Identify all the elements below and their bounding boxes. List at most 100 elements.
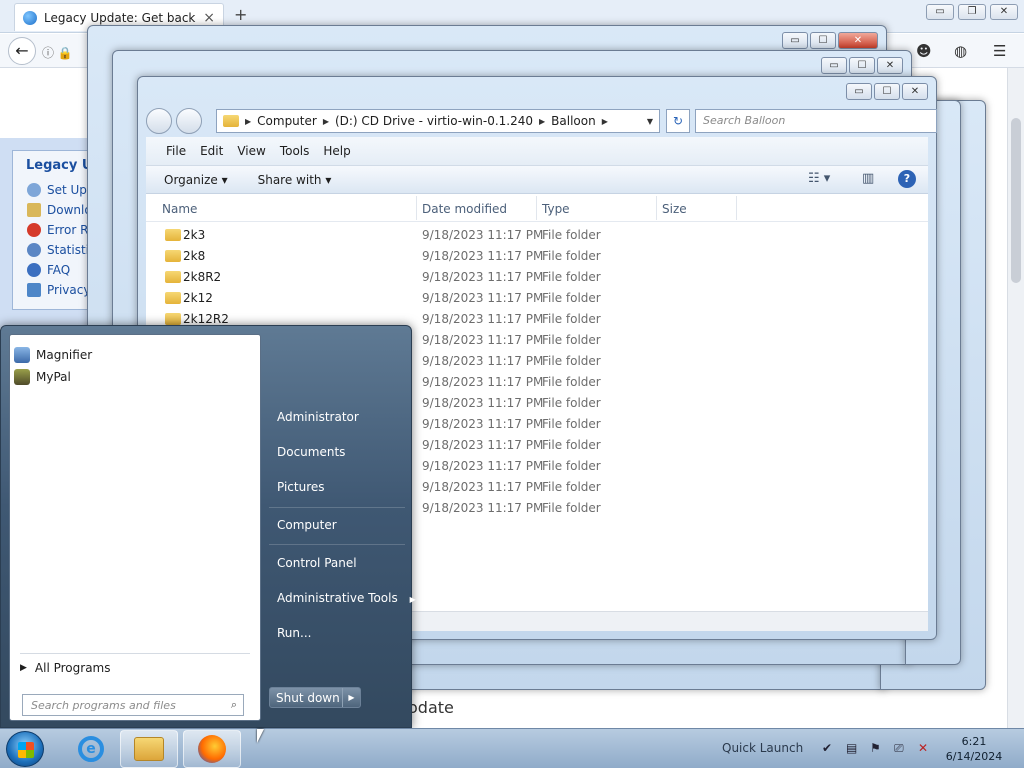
quick-launch-toolbar[interactable]: Quick Launch xyxy=(722,741,803,755)
file-name: 2k3 xyxy=(183,228,206,242)
start-item-run[interactable]: Run... xyxy=(277,626,311,640)
refresh-button[interactable]: ↻ xyxy=(666,109,690,133)
file-date: 9/18/2023 11:17 PM xyxy=(422,459,544,473)
folder-icon xyxy=(165,271,181,283)
close-tab-icon[interactable]: × xyxy=(203,10,215,26)
program-magnifier[interactable]: Magnifier xyxy=(14,344,92,366)
minimize-button[interactable]: ▭ xyxy=(926,4,954,20)
back-nav-button[interactable] xyxy=(146,108,172,134)
menu-file[interactable]: File xyxy=(166,144,186,158)
file-type: File folder xyxy=(542,459,601,473)
start-item-control-panel[interactable]: Control Panel xyxy=(277,556,357,570)
organize-button[interactable]: Organize ▾ xyxy=(164,173,228,187)
minimize-button[interactable]: ▭ xyxy=(782,32,808,49)
help-icon[interactable]: ? xyxy=(898,170,916,188)
security-icon[interactable]: ✔ xyxy=(822,741,832,755)
clock-date: 6/14/2024 xyxy=(945,750,1003,763)
firefox-icon xyxy=(198,735,226,763)
new-tab-button[interactable]: + xyxy=(234,5,247,24)
smiley-icon[interactable]: ☻ xyxy=(916,42,932,60)
file-type: File folder xyxy=(542,438,601,452)
breadcrumb-cd-drive[interactable]: (D:) CD Drive - virtio-win-0.1.240 xyxy=(335,114,533,128)
network-icon[interactable]: ⎚ xyxy=(894,741,904,756)
magnifier-icon xyxy=(14,347,30,363)
address-bar[interactable]: ▶ Computer ▶ (D:) CD Drive - virtio-win-… xyxy=(216,109,660,133)
sidebar-item-faq[interactable]: FAQ xyxy=(13,260,91,280)
preview-pane-icon[interactable]: ▥ xyxy=(862,171,874,186)
close-button[interactable]: ✕ xyxy=(877,57,903,74)
minimize-button[interactable]: ▭ xyxy=(846,83,872,100)
file-type: File folder xyxy=(542,291,601,305)
search-programs-input[interactable]: Search programs and files ⌕ xyxy=(22,694,244,716)
sidebar-item-setup[interactable]: Set Up xyxy=(13,180,91,200)
file-type: File folder xyxy=(542,228,601,242)
start-item-administrator[interactable]: Administrator xyxy=(277,410,359,424)
internet-explorer-icon: e xyxy=(78,736,104,762)
start-button[interactable] xyxy=(6,731,44,767)
column-date-modified[interactable]: Date modified xyxy=(422,202,507,216)
clock[interactable]: 6:21 6/14/2024 xyxy=(944,734,1004,764)
volume-muted-icon[interactable]: ✕ xyxy=(918,741,928,755)
menu-edit[interactable]: Edit xyxy=(200,144,223,158)
breadcrumb-balloon[interactable]: Balloon xyxy=(551,114,596,128)
url-info-icon[interactable]: ⓘ 🔒 xyxy=(42,44,73,61)
start-item-administrative-tools[interactable]: Administrative Tools ▶ xyxy=(277,591,416,605)
menu-help[interactable]: Help xyxy=(323,144,350,158)
menu-tools[interactable]: Tools xyxy=(280,144,310,158)
flag-icon[interactable]: ⚑ xyxy=(870,741,881,755)
all-programs-button[interactable]: ▶ All Programs xyxy=(20,661,111,675)
file-type: File folder xyxy=(542,333,601,347)
table-row[interactable]: 2k8 9/18/2023 11:17 PM File folder xyxy=(146,246,928,267)
restore-button[interactable]: ❐ xyxy=(958,4,986,20)
menu-view[interactable]: View xyxy=(237,144,265,158)
breadcrumb-computer[interactable]: Computer xyxy=(257,114,317,128)
taskbar-explorer[interactable] xyxy=(120,730,178,768)
start-item-pictures[interactable]: Pictures xyxy=(277,480,325,494)
tab-title: Legacy Update: Get back o... xyxy=(44,10,196,25)
globe-tool-icon[interactable]: ◍ xyxy=(954,42,967,60)
column-type[interactable]: Type xyxy=(542,202,570,216)
legacy-update-sidebar: Legacy Up Set Up Downlo Error R Statisti… xyxy=(12,150,92,310)
shutdown-options-arrow[interactable]: ▶ xyxy=(342,688,360,707)
program-mypal[interactable]: MyPal xyxy=(14,366,71,388)
document-tray-icon[interactable]: ▤ xyxy=(846,741,857,755)
search-input[interactable]: Search Balloon xyxy=(695,109,937,133)
table-row[interactable]: 2k8R2 9/18/2023 11:17 PM File folder xyxy=(146,267,928,288)
arrow-right-icon: ▶ xyxy=(20,663,27,673)
close-button[interactable]: ✕ xyxy=(838,32,878,49)
chevron-down-icon[interactable]: ▼ xyxy=(647,117,653,126)
taskbar-firefox[interactable] xyxy=(183,730,241,768)
firefox-scrollbar[interactable] xyxy=(1007,68,1024,728)
start-item-computer[interactable]: Computer xyxy=(277,518,337,532)
view-options-icon[interactable]: ☷ ▾ xyxy=(808,171,830,186)
close-button[interactable]: ✕ xyxy=(902,83,928,100)
taskbar-internet-explorer[interactable]: e xyxy=(62,730,120,768)
share-with-button[interactable]: Share with ▾ xyxy=(258,173,332,187)
shutdown-button[interactable]: Shut down ▶ xyxy=(269,687,361,708)
folder-icon xyxy=(165,292,181,304)
back-button[interactable]: ← xyxy=(8,37,36,65)
table-row[interactable]: 2k12 9/18/2023 11:17 PM File folder xyxy=(146,288,928,309)
column-size[interactable]: Size xyxy=(662,202,687,216)
sidebar-item-error[interactable]: Error R xyxy=(13,220,91,240)
sidebar-item-privacy[interactable]: Privacy xyxy=(13,280,91,300)
table-row[interactable]: 2k3 9/18/2023 11:17 PM File folder xyxy=(146,225,928,246)
close-button[interactable]: ✕ xyxy=(990,4,1018,20)
menu-icon[interactable]: ☰ xyxy=(993,42,1006,60)
file-date: 9/18/2023 11:17 PM xyxy=(422,438,544,452)
clock-time: 6:21 xyxy=(961,735,987,748)
sidebar-item-statistics[interactable]: Statisti xyxy=(13,240,91,260)
file-date: 9/18/2023 11:17 PM xyxy=(422,291,544,305)
maximize-button[interactable]: ☐ xyxy=(849,57,875,74)
forward-nav-button[interactable] xyxy=(176,108,202,134)
start-menu: Magnifier MyPal ▶ All Programs Search pr… xyxy=(0,325,416,728)
column-name[interactable]: Name xyxy=(162,202,197,216)
minimize-button[interactable]: ▭ xyxy=(821,57,847,74)
maximize-button[interactable]: ☐ xyxy=(874,83,900,100)
maximize-button[interactable]: ☐ xyxy=(810,32,836,49)
sidebar-item-download[interactable]: Downlo xyxy=(13,200,91,220)
taskbar: e Quick Launch ✔ ▤ ⚑ ⎚ ✕ 6:21 6/14/2024 xyxy=(0,728,1024,768)
folder-icon xyxy=(165,250,181,262)
file-date: 9/18/2023 11:17 PM xyxy=(422,396,544,410)
start-item-documents[interactable]: Documents xyxy=(277,445,345,459)
